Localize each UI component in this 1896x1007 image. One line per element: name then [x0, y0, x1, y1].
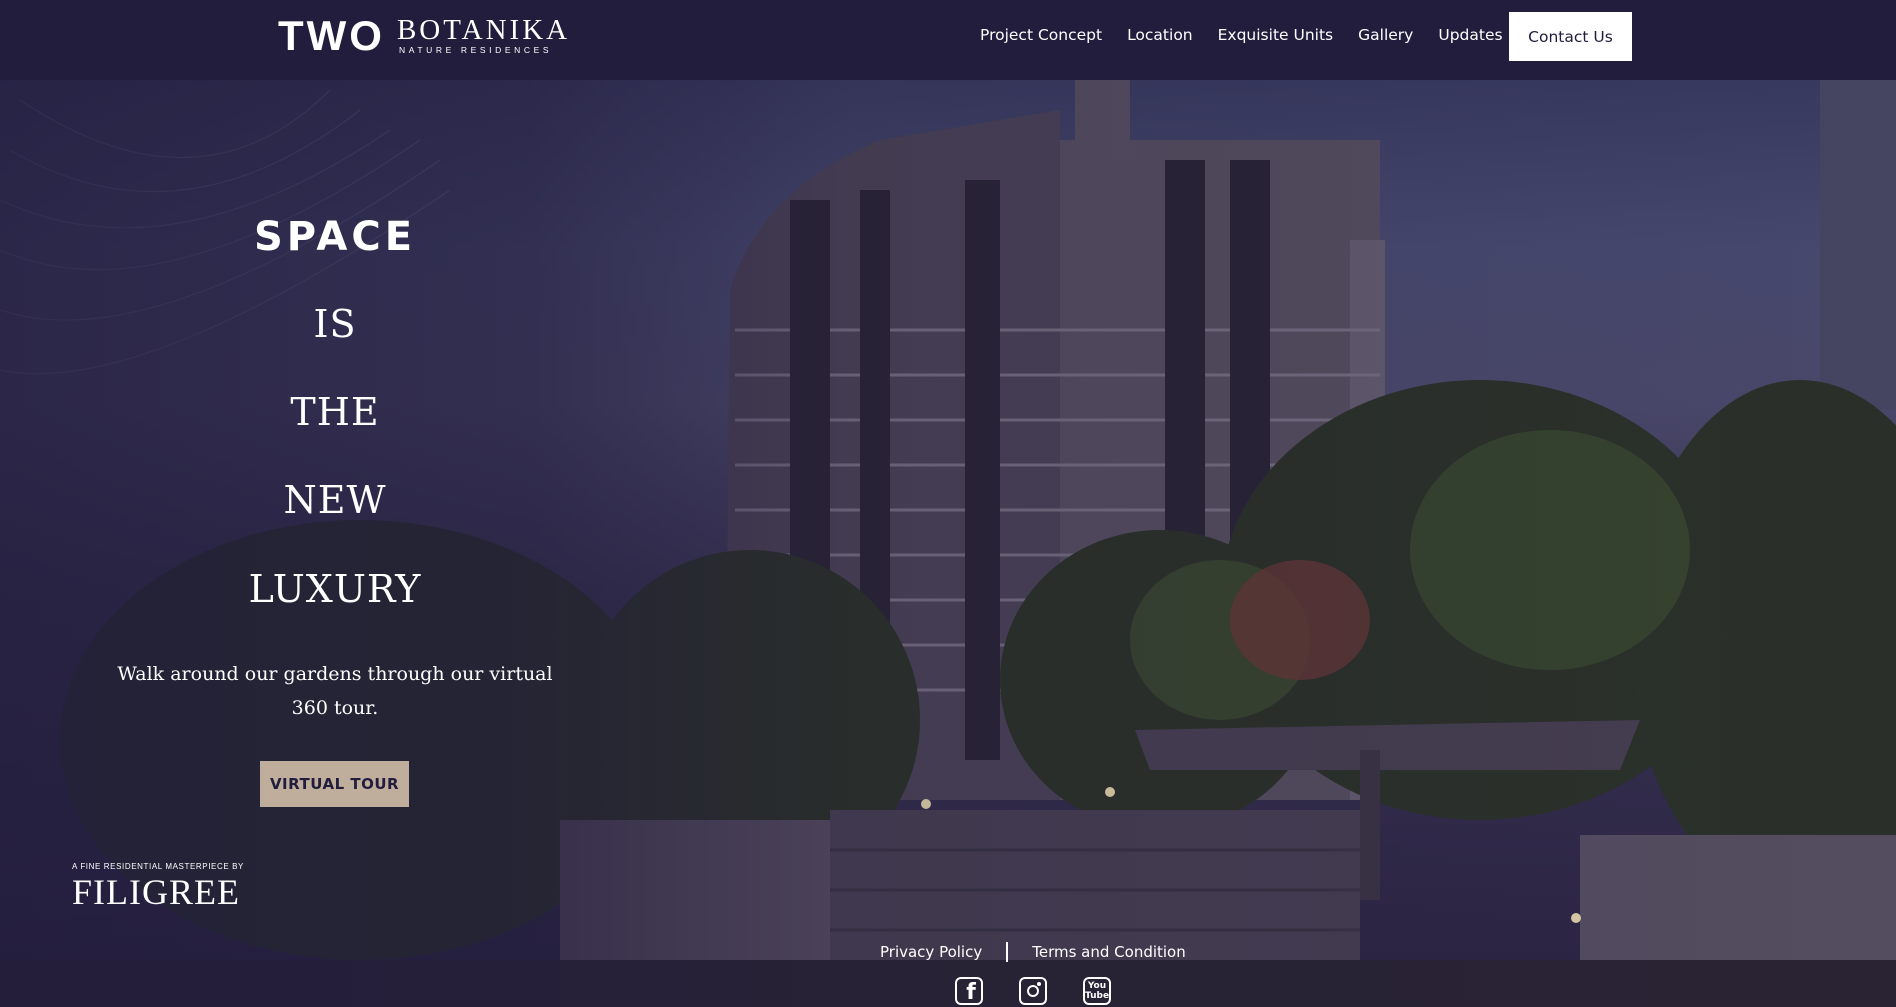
- footer-link-divider: [1006, 942, 1009, 962]
- youtube-label-bottom: Tube: [1084, 991, 1110, 1001]
- privacy-policy-link[interactable]: Privacy Policy: [880, 943, 982, 961]
- main-nav: Project Concept Location Exquisite Units…: [980, 26, 1528, 44]
- nav-location[interactable]: Location: [1127, 26, 1193, 44]
- hero-section: SPACE IS THE NEW LUXURY Walk around our …: [0, 80, 1896, 1007]
- facebook-icon[interactable]: f: [955, 977, 983, 1005]
- virtual-tour-description: Walk around our gardens through our virt…: [117, 663, 553, 719]
- headline-the: THE: [290, 390, 380, 434]
- logo-botanika: BOTANIKA: [396, 14, 571, 46]
- headline-is: IS: [313, 302, 357, 346]
- youtube-label-top: You: [1087, 981, 1107, 991]
- site-header: TWO BOTANIKA NATURE RESIDENCES Project C…: [0, 0, 1896, 80]
- nav-updates[interactable]: Updates: [1438, 26, 1502, 44]
- logo-two: TWO: [278, 12, 385, 59]
- nav-gallery[interactable]: Gallery: [1358, 26, 1413, 44]
- headline-luxury: LUXURY: [248, 567, 422, 611]
- logo-text-block: BOTANIKA NATURE RESIDENCES: [397, 16, 570, 56]
- youtube-glyph: You Tube: [1085, 981, 1109, 1001]
- nav-project-concept[interactable]: Project Concept: [980, 26, 1102, 44]
- instagram-dot: [1037, 982, 1041, 986]
- instagram-lens: [1027, 985, 1039, 997]
- facebook-glyph: f: [966, 980, 976, 1005]
- developer-logo[interactable]: A FINE RESIDENTIAL MASTERPIECE BY FILIGR…: [72, 862, 244, 911]
- developer-name: FILIGREE: [72, 872, 240, 912]
- virtual-tour-button[interactable]: VIRTUAL TOUR: [260, 761, 409, 807]
- footer-links: Privacy Policy Terms and Condition: [880, 942, 1186, 962]
- contact-us-button[interactable]: Contact Us: [1509, 12, 1632, 61]
- headline-new: NEW: [283, 478, 387, 522]
- social-links: f You Tube: [955, 977, 1111, 1005]
- nav-exquisite-units[interactable]: Exquisite Units: [1218, 26, 1334, 44]
- logo-tagline: NATURE RESIDENCES: [398, 45, 553, 55]
- instagram-icon[interactable]: [1019, 977, 1047, 1005]
- youtube-icon[interactable]: You Tube: [1083, 977, 1111, 1005]
- developer-tagline: A FINE RESIDENTIAL MASTERPIECE BY: [72, 862, 244, 871]
- terms-and-condition-link[interactable]: Terms and Condition: [1032, 943, 1186, 961]
- brand-logo[interactable]: TWO BOTANIKA NATURE RESIDENCES: [278, 12, 570, 59]
- headline-space: SPACE: [253, 214, 417, 260]
